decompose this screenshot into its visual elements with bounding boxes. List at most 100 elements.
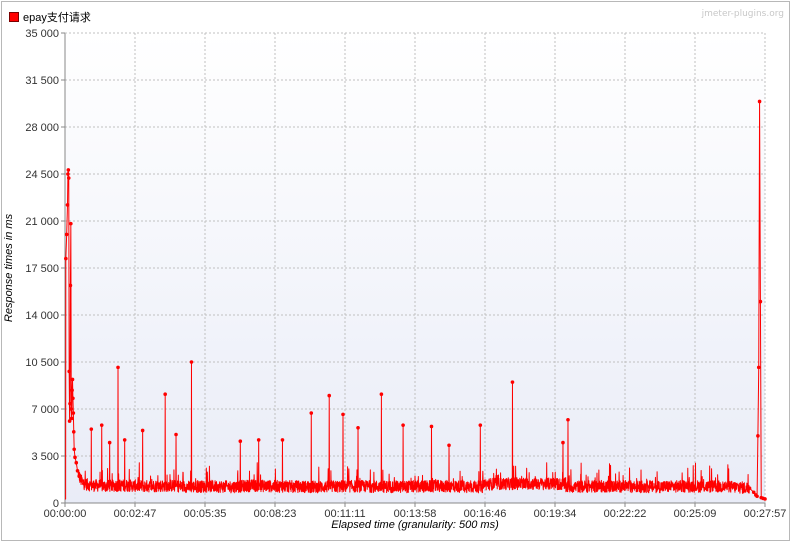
y-tick-label: 24 500 [25,169,59,181]
data-point [438,484,443,489]
data-point [68,283,73,288]
y-tick-label: 35 000 [25,28,59,40]
data-point [209,484,213,489]
data-point [763,497,767,501]
x-tick-label: 00:27:57 [744,508,787,520]
spike-point [174,432,178,437]
spike-point [561,440,565,445]
data-point [70,388,74,393]
x-tick-label: 00:19:34 [534,508,577,520]
spike-point [256,438,261,442]
spike-point [510,380,515,384]
data-point [66,172,70,176]
data-point [68,401,72,406]
data-point [757,99,762,104]
data-point [69,416,74,421]
x-tick-label: 00:13:58 [394,508,437,520]
data-point [731,485,735,489]
data-point [605,484,610,489]
y-tick-label: 10 500 [25,357,59,369]
data-point [69,407,74,411]
data-point [756,365,761,370]
data-point [397,485,401,489]
data-point [113,483,117,488]
x-tick-label: 00:08:23 [254,508,297,520]
chart-svg: 03 5007 00010 50014 00017 50021 00024 50… [25,28,787,520]
spike-point [341,412,345,417]
data-point [71,430,76,434]
data-point [73,455,77,460]
data-point [167,483,172,488]
data-point [104,484,109,489]
y-tick-label: 28 000 [25,122,59,134]
y-tick-label: 7 000 [31,404,59,416]
data-point [146,484,151,489]
spike-point [89,427,94,431]
data-point [71,411,76,415]
spike-point [447,443,451,448]
spike-point [163,392,167,397]
spike-point [429,424,434,429]
data-point [64,232,69,237]
x-tick-label: 00:25:09 [674,508,717,520]
y-tick-label: 17 500 [25,263,59,275]
data-point [75,468,80,473]
spike-point [327,393,332,398]
data-point [271,484,276,489]
data-point [251,483,255,488]
spike-point [140,428,145,433]
data-point [81,481,86,486]
data-point [756,434,760,438]
data-point [64,256,68,261]
data-point [313,485,318,489]
y-tick-label: 31 500 [25,75,59,87]
data-point [689,484,693,489]
spike-point [478,423,483,427]
y-tick-label: 14 000 [25,310,59,322]
data-point [71,396,75,401]
data-point [70,377,75,382]
data-point [72,447,76,452]
data-point [747,486,752,491]
spike-point [116,365,120,370]
data-point [69,221,73,226]
data-point [522,484,526,489]
data-point [66,168,71,172]
spike-point [309,411,314,415]
data-point [65,203,70,207]
spike-point [379,392,384,397]
x-tick-label: 00:05:35 [184,508,227,520]
spike-point [356,426,360,430]
data-point [564,485,568,489]
y-tick-label: 3 500 [31,451,59,463]
spike-point [99,423,104,427]
data-point [77,474,81,478]
data-point [125,483,130,488]
data-point [230,485,234,489]
data-point [79,478,83,482]
spike-point [566,417,570,422]
data-point [86,483,90,487]
data-point [480,485,485,489]
x-tick-label: 00:11:11 [324,508,365,520]
spike-point [189,360,194,364]
data-point [647,485,652,489]
data-point [188,485,193,489]
spike-point [401,423,405,427]
spike-point [238,439,243,444]
spike-point [107,440,112,445]
data-point [355,484,359,489]
data-point [96,483,101,488]
data-point [758,299,763,304]
data-point [67,369,71,374]
x-tick-label: 00:16:46 [464,508,507,520]
spike-point [280,438,285,442]
x-tick-label: 00:22:22 [604,508,647,520]
x-tick-label: 00:02:47 [114,508,157,520]
data-point [66,176,71,180]
x-tick-label: 00:00:00 [44,508,87,520]
y-tick-label: 21 000 [25,216,59,228]
data-point [755,494,759,499]
spike-point [122,438,127,442]
data-point [90,483,94,488]
